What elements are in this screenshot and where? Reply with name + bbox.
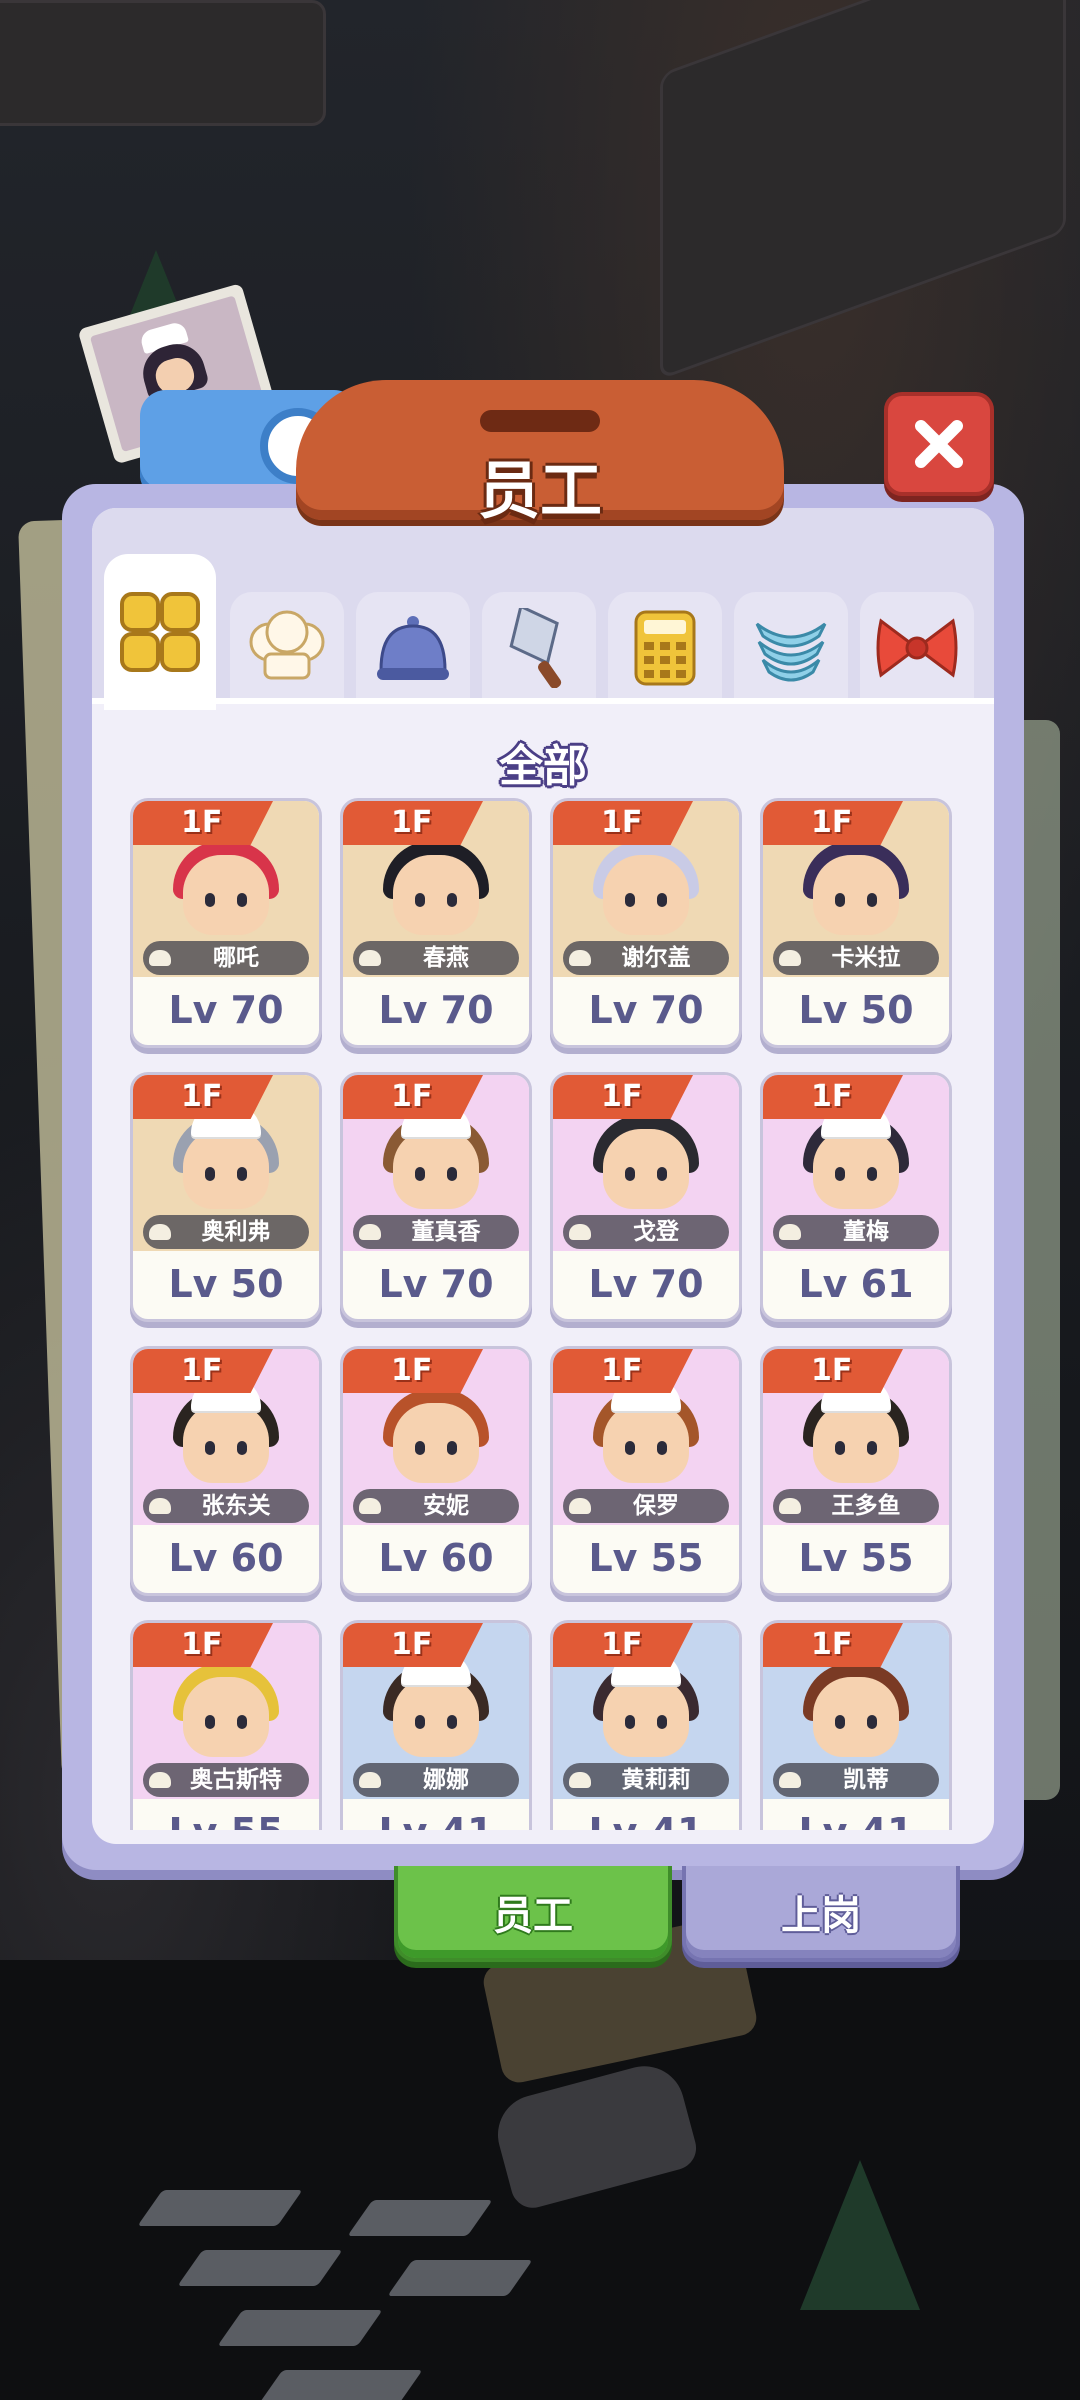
staff-card[interactable]: 1F 奥利弗 Lv 50: [130, 1072, 322, 1322]
staff-level: Lv 70: [168, 988, 284, 1032]
tab-greeter[interactable]: [860, 592, 974, 704]
staff-card[interactable]: 1F 卡米拉 Lv 50: [760, 798, 952, 1048]
staff-card[interactable]: 1F 保罗 Lv 55: [550, 1346, 742, 1596]
tab-all[interactable]: [104, 554, 216, 710]
staff-level: Lv 70: [588, 988, 704, 1032]
staff-level: Lv 60: [378, 1536, 494, 1580]
staff-level: Lv 70: [378, 988, 494, 1032]
staff-card[interactable]: 1F 安妮 Lv 60: [340, 1346, 532, 1596]
floor-badge: 1F: [763, 801, 903, 845]
tab-dishwasher[interactable]: [734, 592, 848, 704]
floor-badge: 1F: [763, 1623, 903, 1667]
staff-tab-button[interactable]: 员工: [394, 1866, 672, 1962]
chef-hat-icon: [569, 1772, 591, 1788]
crosswalk-stripe: [137, 2190, 303, 2226]
staff-level: Lv 50: [168, 1262, 284, 1306]
close-icon: [915, 420, 963, 468]
bow-tie-icon: [876, 618, 958, 678]
restaurant-building: [660, 0, 1066, 380]
chef-hat-icon: [359, 1224, 381, 1240]
floor-badge: 1F: [763, 1075, 903, 1119]
page-title: 员工: [477, 454, 602, 527]
crosswalk-stripe: [257, 2370, 423, 2400]
floor-badge: 1F: [133, 801, 273, 845]
staff-card[interactable]: 1F娜娜Lv 41: [340, 1620, 532, 1830]
staff-card[interactable]: 1F 哪吒 Lv 70: [130, 798, 322, 1048]
section-title: 全部: [499, 741, 587, 792]
floor-badge: 1F: [133, 1075, 273, 1119]
staff-level: Lv 41: [763, 1801, 949, 1830]
crosswalk-stripe: [387, 2260, 533, 2296]
staff-level: Lv 70: [378, 1262, 494, 1306]
staff-card[interactable]: 1F凯蒂Lv 41: [760, 1620, 952, 1830]
chef-hat-icon: [779, 950, 801, 966]
staff-level: Lv 41: [553, 1801, 739, 1830]
staff-level: Lv 55: [588, 1536, 704, 1580]
staff-card[interactable]: 1F 谢尔盖 Lv 70: [550, 798, 742, 1048]
staff-card[interactable]: 1F 董梅 Lv 61: [760, 1072, 952, 1322]
chef-hat-icon: [359, 1772, 381, 1788]
stacked-bowls-icon: [755, 622, 827, 682]
chef-hat-icon: [149, 1498, 171, 1514]
staff-level: Lv 55: [133, 1801, 319, 1830]
floor-badge: 1F: [553, 1623, 693, 1667]
crosswalk-stripe: [177, 2250, 343, 2286]
floor-badge: 1F: [553, 801, 693, 845]
cashier-icon: [359, 1498, 381, 1514]
bowl-icon: [149, 1772, 171, 1788]
staff-card[interactable]: 1F 春燕 Lv 70: [340, 798, 532, 1048]
crosswalk-stripe: [347, 2200, 493, 2236]
staff-card[interactable]: 1F 张东关 Lv 60: [130, 1346, 322, 1596]
floor-badge: 1F: [343, 1075, 483, 1119]
cashier-icon: [569, 950, 591, 966]
crosswalk-stripe: [217, 2310, 383, 2346]
knife-icon: [779, 1772, 801, 1788]
staff-level: Lv 50: [798, 988, 914, 1032]
chef-hat-icon: [149, 950, 171, 966]
tree: [800, 2160, 920, 2310]
service-bell-icon: [377, 616, 449, 680]
staff-card[interactable]: 1F 董真香 Lv 70: [340, 1072, 532, 1322]
staff-level: Lv 70: [588, 1262, 704, 1306]
chef-hat-icon: [779, 1224, 801, 1240]
floor-badge: 1F: [553, 1075, 693, 1119]
tab-prep[interactable]: [482, 592, 596, 704]
floor-badge: 1F: [553, 1349, 693, 1393]
chef-hat-icon: [149, 1224, 171, 1240]
staff-level: Lv 41: [343, 1801, 529, 1830]
close-button[interactable]: [884, 392, 994, 496]
tab-chef[interactable]: [230, 592, 344, 704]
floor-badge: 1F: [343, 801, 483, 845]
floor-badge: 1F: [343, 1349, 483, 1393]
staff-card[interactable]: 1F奥古斯特Lv 55: [130, 1620, 322, 1830]
staff-level: Lv 55: [798, 1536, 914, 1580]
tab-cashier[interactable]: [608, 592, 722, 704]
floor-badge: 1F: [343, 1623, 483, 1667]
floor-badge: 1F: [763, 1349, 903, 1393]
floor-badge: 1F: [133, 1349, 273, 1393]
cleaver-knife-icon: [509, 608, 562, 688]
tab-waiter[interactable]: [356, 592, 470, 704]
chef-hat-icon: [249, 610, 325, 680]
staff-card[interactable]: 1F 王多鱼 Lv 55: [760, 1346, 952, 1596]
staff-level: Lv 61: [798, 1262, 914, 1306]
category-tab-strip: [92, 508, 994, 710]
grid-all-icon: [120, 592, 200, 672]
waiter-icon: [359, 950, 381, 966]
chef-hat-icon: [779, 1498, 801, 1514]
calculator-icon: [634, 610, 696, 686]
staff-card[interactable]: 1F黄莉莉Lv 41: [550, 1620, 742, 1830]
floor-badge: 1F: [133, 1623, 273, 1667]
staff-panel: 全部 1F 哪吒 Lv 70 1F 春燕 Lv 70 1F 谢尔盖 Lv 70 1F 卡米拉 Lv 5…: [92, 508, 994, 1844]
on-duty-tab-button[interactable]: 上岗: [682, 1866, 960, 1962]
chef-hat-icon: [569, 1498, 591, 1514]
staff-grid: 1F 哪吒 Lv 70 1F 春燕 Lv 70 1F 谢尔盖 Lv 70 1F 卡米拉 Lv 50 1F…: [130, 798, 970, 1830]
staff-card[interactable]: 1F 戈登 Lv 70: [550, 1072, 742, 1322]
staff-level: Lv 60: [168, 1536, 284, 1580]
rooftop: [0, 0, 326, 126]
knife-icon: [569, 1224, 591, 1240]
